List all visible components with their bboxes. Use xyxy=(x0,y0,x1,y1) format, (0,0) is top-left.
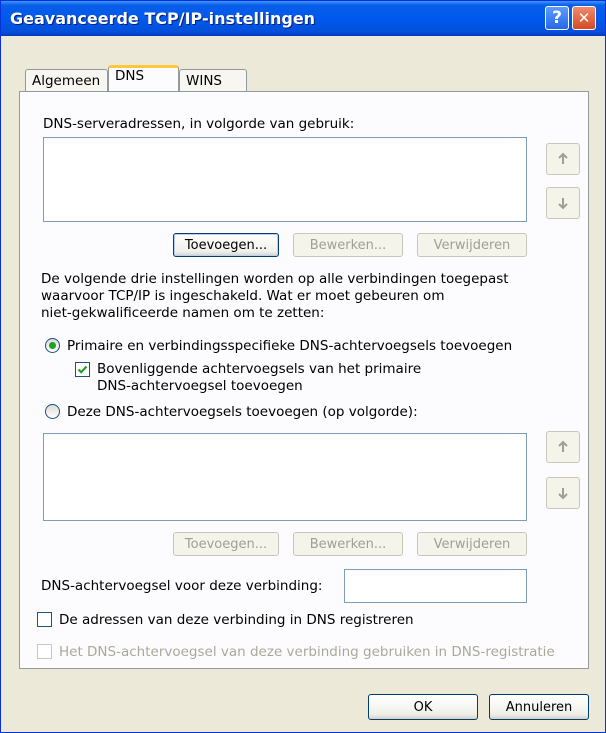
dns-edit-label: Bewerken... xyxy=(309,237,387,253)
arrow-down-icon xyxy=(558,198,568,210)
suffix-list[interactable] xyxy=(43,433,527,521)
register-dns-label: De adressen van deze verbinding in DNS r… xyxy=(59,612,414,628)
parent-suffix-checkbox[interactable] xyxy=(75,362,90,377)
tab-dns[interactable]: DNS xyxy=(108,65,179,91)
primary-suffix-radio[interactable] xyxy=(45,338,60,353)
dns-add-button[interactable]: Toevoegen... xyxy=(173,233,279,257)
suffix-add-button[interactable]: Toevoegen... xyxy=(173,532,279,556)
suffix-edit-button[interactable]: Bewerken... xyxy=(293,532,403,556)
dialog-window: Geavanceerde TCP/IP-instellingen ? ✕ Alg… xyxy=(0,0,606,733)
these-suffixes-label: Deze DNS-achtervoegsels toevoegen (op vo… xyxy=(67,404,418,420)
connection-suffix-label: DNS-achtervoegsel voor deze verbinding: xyxy=(41,578,323,594)
window-title: Geavanceerde TCP/IP-instellingen xyxy=(10,9,316,28)
dns-add-label: Toevoegen... xyxy=(184,237,268,253)
arrow-up-icon xyxy=(558,440,568,452)
suffix-edit-label: Bewerken... xyxy=(309,536,387,552)
connection-suffix-input[interactable] xyxy=(344,569,527,603)
info-text-line-1: De volgende drie instellingen worden op … xyxy=(41,271,509,287)
help-icon: ? xyxy=(552,8,562,28)
suffix-add-label: Toevoegen... xyxy=(184,536,268,552)
dns-servers-label: DNS-serveradressen, in volgorde van gebr… xyxy=(43,116,355,132)
suffix-move-down-button[interactable] xyxy=(546,477,580,509)
use-suffix-label: Het DNS-achtervoegsel van deze verbindin… xyxy=(59,644,555,660)
cancel-label: Annuleren xyxy=(505,699,573,715)
dns-move-up-button[interactable] xyxy=(546,143,580,175)
arrow-down-icon xyxy=(558,488,568,500)
dns-edit-button[interactable]: Bewerken... xyxy=(293,233,403,257)
register-dns-checkbox[interactable] xyxy=(37,612,52,627)
ok-button[interactable]: OK xyxy=(368,694,478,720)
tab-algemeen[interactable]: Algemeen xyxy=(25,69,108,91)
parent-suffix-label-1: Bovenliggende achtervoegsels van het pri… xyxy=(97,361,422,377)
use-suffix-checkbox[interactable] xyxy=(37,644,52,659)
info-text-line-2: waarvoor TCP/IP is ingeschakeld. Wat er … xyxy=(41,288,445,304)
tab-wins[interactable]: WINS xyxy=(179,69,247,91)
dns-remove-button[interactable]: Verwijderen xyxy=(417,233,527,257)
suffix-remove-label: Verwijderen xyxy=(433,536,511,552)
parent-suffix-label-2: DNS-achtervoegsel toevoegen xyxy=(97,378,303,394)
suffix-remove-button[interactable]: Verwijderen xyxy=(417,532,527,556)
dns-move-down-button[interactable] xyxy=(546,187,580,219)
dns-servers-list[interactable] xyxy=(43,137,527,222)
checkmark-icon xyxy=(77,365,88,374)
close-icon: ✕ xyxy=(577,9,591,27)
cancel-button[interactable]: Annuleren xyxy=(489,694,589,720)
dns-remove-label: Verwijderen xyxy=(433,237,511,253)
ok-label: OK xyxy=(413,699,433,715)
title-bar[interactable]: Geavanceerde TCP/IP-instellingen ? ✕ xyxy=(1,1,605,36)
suffix-move-up-button[interactable] xyxy=(546,431,580,463)
tab-wins-label: WINS xyxy=(186,73,222,89)
primary-suffix-label: Primaire en verbindingsspecifieke DNS-ac… xyxy=(67,338,513,354)
help-button[interactable]: ? xyxy=(545,6,569,30)
close-button[interactable]: ✕ xyxy=(572,6,596,30)
tab-dns-label: DNS xyxy=(115,68,145,84)
tab-algemeen-label: Algemeen xyxy=(32,73,101,89)
these-suffixes-radio[interactable] xyxy=(45,404,60,419)
info-text-line-3: niet-gekwalificeerde namen om te zetten: xyxy=(41,305,325,321)
arrow-up-icon xyxy=(558,152,568,164)
